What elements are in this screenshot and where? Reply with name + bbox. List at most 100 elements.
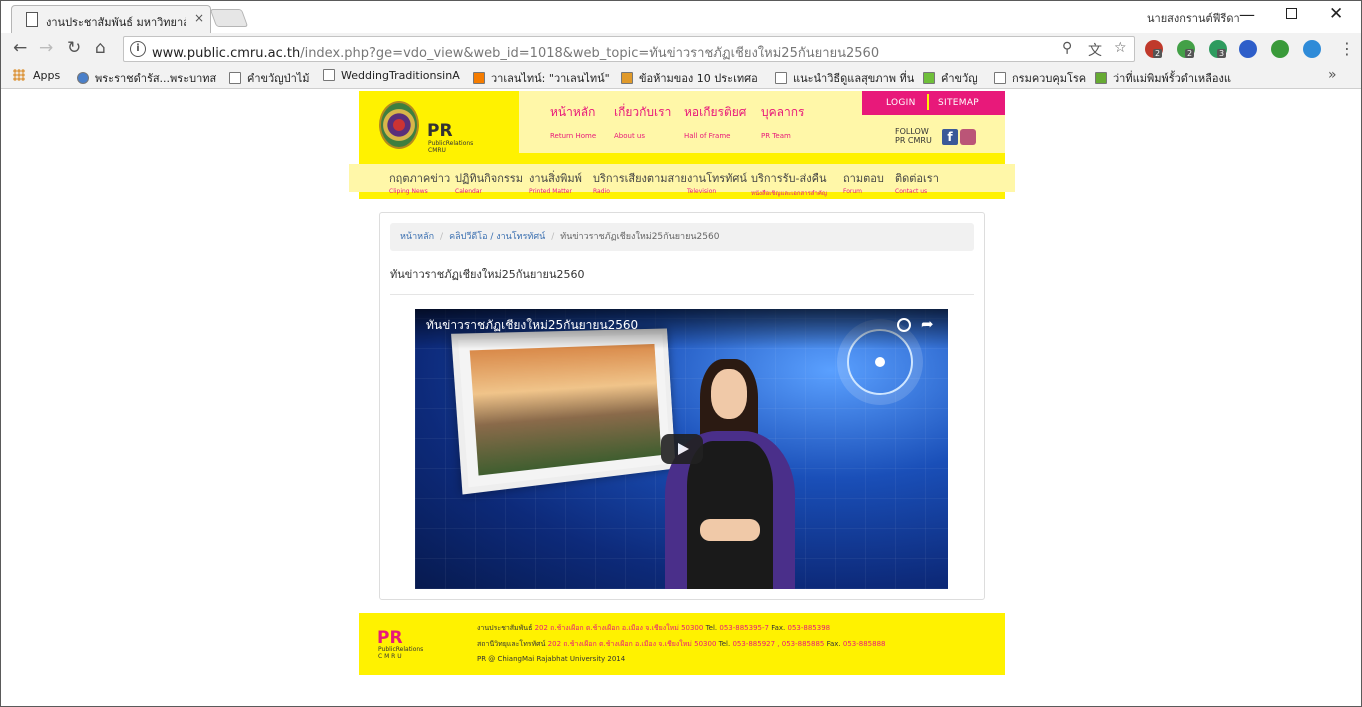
page-icon <box>26 12 38 27</box>
bookmark-item[interactable]: ข้อห้ามของ 10 ประเทศอ <box>621 69 758 87</box>
main-nav-item[interactable]: ถามตอบ Forum <box>843 169 884 195</box>
main-nav-item[interactable]: งานสิ่งพิมพ์ Printed Matter <box>529 169 582 195</box>
watch-later-icon[interactable] <box>897 318 911 332</box>
reload-icon[interactable]: ↻ <box>67 38 81 58</box>
login-divider <box>927 94 929 110</box>
facebook-icon[interactable]: f <box>942 129 958 145</box>
video-picture-frame <box>451 328 676 495</box>
bookmarks-bar: Apps พระราชดำรัส...พระบาทส คำขวัญป่าไม้ We… <box>1 65 1361 89</box>
bookmark-favicon-icon <box>621 72 633 84</box>
main-nav: กฤตภาคข่าว Cliping News ปฏิทินกิจกรรม Calen… <box>349 164 1015 197</box>
site-info-icon[interactable]: i <box>130 41 146 57</box>
top-nav-label: หอเกียรติยศ <box>684 105 747 119</box>
bookmark-item[interactable]: กรมควบคุมโรค <box>994 69 1086 87</box>
top-nav-item[interactable]: หอเกียรติยศ Hall of Frame <box>684 103 746 140</box>
home-icon[interactable]: ⌂ <box>95 38 106 58</box>
back-icon[interactable]: ← <box>13 38 27 58</box>
footer-sub-2: C M R U <box>378 653 402 660</box>
extension-badge: 3 <box>1217 49 1227 58</box>
bookmark-item[interactable]: แนะนำวิธีดูแลสุขภาพ ที่น <box>775 69 914 87</box>
browser-toolbar: ← → ↻ ⌂ i www.public.cmru.ac.th/index.ph… <box>1 33 1361 65</box>
bookmark-favicon-icon <box>473 72 485 84</box>
footer-fax: 053-885888 <box>842 640 886 648</box>
main-nav-label: งานโทรทัศน์ <box>687 172 747 185</box>
top-nav-item[interactable]: เกี่ยวกับเรา About us <box>614 103 671 140</box>
main-nav-sublabel: Calendar <box>455 188 482 195</box>
share-icon[interactable]: ➦ <box>921 315 934 333</box>
url-text[interactable]: www.public.cmru.ac.th/index.php?ge=vdo_v… <box>152 42 879 63</box>
extension-frog-icon[interactable] <box>1271 40 1289 58</box>
main-nav-item[interactable]: บริการเสียงตามสาย Radio <box>593 169 687 195</box>
top-nav: หน้าหลัก Return Home เกี่ยวกับเรา About us ห… <box>519 91 862 153</box>
bookmark-item[interactable]: พระราชดำรัส...พระบาทส <box>77 69 216 87</box>
site-logo[interactable]: PR PublicRelations CMRU <box>359 91 519 154</box>
footer-tel-label: Tel. <box>718 640 731 648</box>
bookmark-item[interactable]: ว่าที่แม่พิมพ์รั้วดำเหลืองแ <box>1095 69 1231 87</box>
login-bar: LOGIN SITEMAP <box>862 91 1005 115</box>
minimize-icon[interactable]: — <box>1239 5 1255 24</box>
main-nav-item[interactable]: บริการรับ-ส่งคืน หนังสือเชิญและเอกสารสำคั… <box>751 169 827 198</box>
bookmark-item[interactable]: คำขวัญ <box>923 69 978 87</box>
close-window-icon[interactable]: ✕ <box>1329 4 1343 24</box>
university-seal-icon <box>379 101 419 149</box>
extension-shield-check-icon[interactable]: 2 <box>1177 40 1195 58</box>
zoom-icon[interactable]: ⚲ <box>1062 40 1072 56</box>
browser-tab[interactable]: งานประชาสัมพันธ์ มหาวิทยาลั × <box>11 5 211 33</box>
login-link[interactable]: LOGIN <box>886 98 916 108</box>
video-title[interactable]: ทันข่าวราชภัฏเชียงใหม่25กันยายน2560 <box>426 316 638 335</box>
follow-line-1: FOLLOW <box>895 127 929 136</box>
bookmark-label: วาเลนไทน์: "วาเลนไทน์" <box>491 72 610 85</box>
main-nav-item[interactable]: ติดต่อเรา Contact us <box>895 169 939 195</box>
footer-contact-radio: สถานีวิทยุและโทรทัศน์ 202 ถ.ช้างเผือก ต.… <box>477 639 886 650</box>
video-building-photo <box>469 343 662 476</box>
main-nav-label: งานสิ่งพิมพ์ <box>529 172 582 185</box>
top-nav-label: เกี่ยวกับเรา <box>614 105 672 119</box>
maximize-icon[interactable] <box>1286 8 1297 19</box>
play-button[interactable] <box>661 434 703 464</box>
footer-fax-label: Fax. <box>771 624 786 632</box>
bookmark-label: ว่าที่แม่พิมพ์รั้วดำเหลืองแ <box>1113 72 1231 85</box>
bookmark-item[interactable]: วาเลนไทน์: "วาเลนไทน์" <box>473 69 610 87</box>
bookmark-label: แนะนำวิธีดูแลสุขภาพ ที่น <box>793 72 915 85</box>
main-nav-sublabel: Radio <box>593 188 610 195</box>
bookmark-item[interactable]: คำขวัญป่าไม้ <box>229 69 310 87</box>
top-nav-item[interactable]: บุคลากร PR Team <box>761 103 804 140</box>
logo-sub-2: CMRU <box>428 147 446 154</box>
footer-tel: 053-885395-7 <box>719 624 769 632</box>
top-nav-item[interactable]: หน้าหลัก Return Home <box>550 103 596 140</box>
profile-name[interactable]: นายสงกรานต์ฟีรีดา <box>1147 9 1240 27</box>
browser-menu-icon[interactable]: ⋮ <box>1339 39 1355 58</box>
bookmark-favicon-icon <box>229 72 241 84</box>
top-nav-sublabel: Return Home <box>550 132 597 140</box>
web-page: PR PublicRelations CMRU หน้าหลัก Return H… <box>1 90 1361 706</box>
forward-icon[interactable]: → <box>39 38 53 58</box>
translate-icon[interactable]: 文 <box>1088 40 1102 60</box>
main-nav-label: บริการเสียงตามสาย <box>593 172 687 185</box>
tab-close-icon[interactable]: × <box>194 11 204 25</box>
footer-address: 202 ถ.ช้างเผือก ต.ช้างเผือก อ.เมือง จ.เช… <box>534 624 704 632</box>
extension-vpn-icon[interactable]: 3 <box>1209 40 1227 58</box>
video-player[interactable]: ทันข่าวราชภัฏเชียงใหม่25กันยายน2560 ➦ <box>415 309 948 589</box>
main-nav-item[interactable]: กฤตภาคข่าว Cliping News <box>389 169 450 195</box>
logo-sub-1: PublicRelations <box>428 140 474 147</box>
extension-todo-check-icon[interactable] <box>1303 40 1321 58</box>
apps-bookmark[interactable]: Apps <box>13 69 60 82</box>
new-tab-button[interactable] <box>209 9 249 27</box>
extension-privacy-badger-icon[interactable] <box>1239 40 1257 58</box>
breadcrumb-home[interactable]: หน้าหลัก <box>400 232 434 242</box>
footer-org: งานประชาสัมพันธ์ <box>477 624 533 632</box>
address-bar[interactable]: i www.public.cmru.ac.th/index.php?ge=vdo… <box>123 36 1135 62</box>
breadcrumb: หน้าหลัก / คลิปวีดีโอ / งานโทรทัศน์ / ทันข่า… <box>390 223 974 251</box>
more-bookmarks-icon[interactable]: » <box>1328 67 1337 83</box>
bookmark-star-icon[interactable]: ☆ <box>1114 40 1127 56</box>
presenter-hands <box>700 519 760 541</box>
footer-fax-label: Fax. <box>826 640 841 648</box>
extension-abp-icon[interactable]: 2 <box>1145 40 1163 58</box>
main-nav-item[interactable]: งานโทรทัศน์ Television <box>687 169 747 195</box>
bookmark-label: WeddingTraditionsinA <box>341 69 460 82</box>
main-nav-item[interactable]: ปฏิทินกิจกรรม Calendar <box>455 169 523 195</box>
instagram-icon[interactable] <box>960 129 976 145</box>
breadcrumb-clips[interactable]: คลิปวีดีโอ / งานโทรทัศน์ <box>449 232 545 242</box>
sitemap-link[interactable]: SITEMAP <box>938 98 979 108</box>
bookmark-item[interactable]: WeddingTraditionsinA <box>323 69 460 82</box>
